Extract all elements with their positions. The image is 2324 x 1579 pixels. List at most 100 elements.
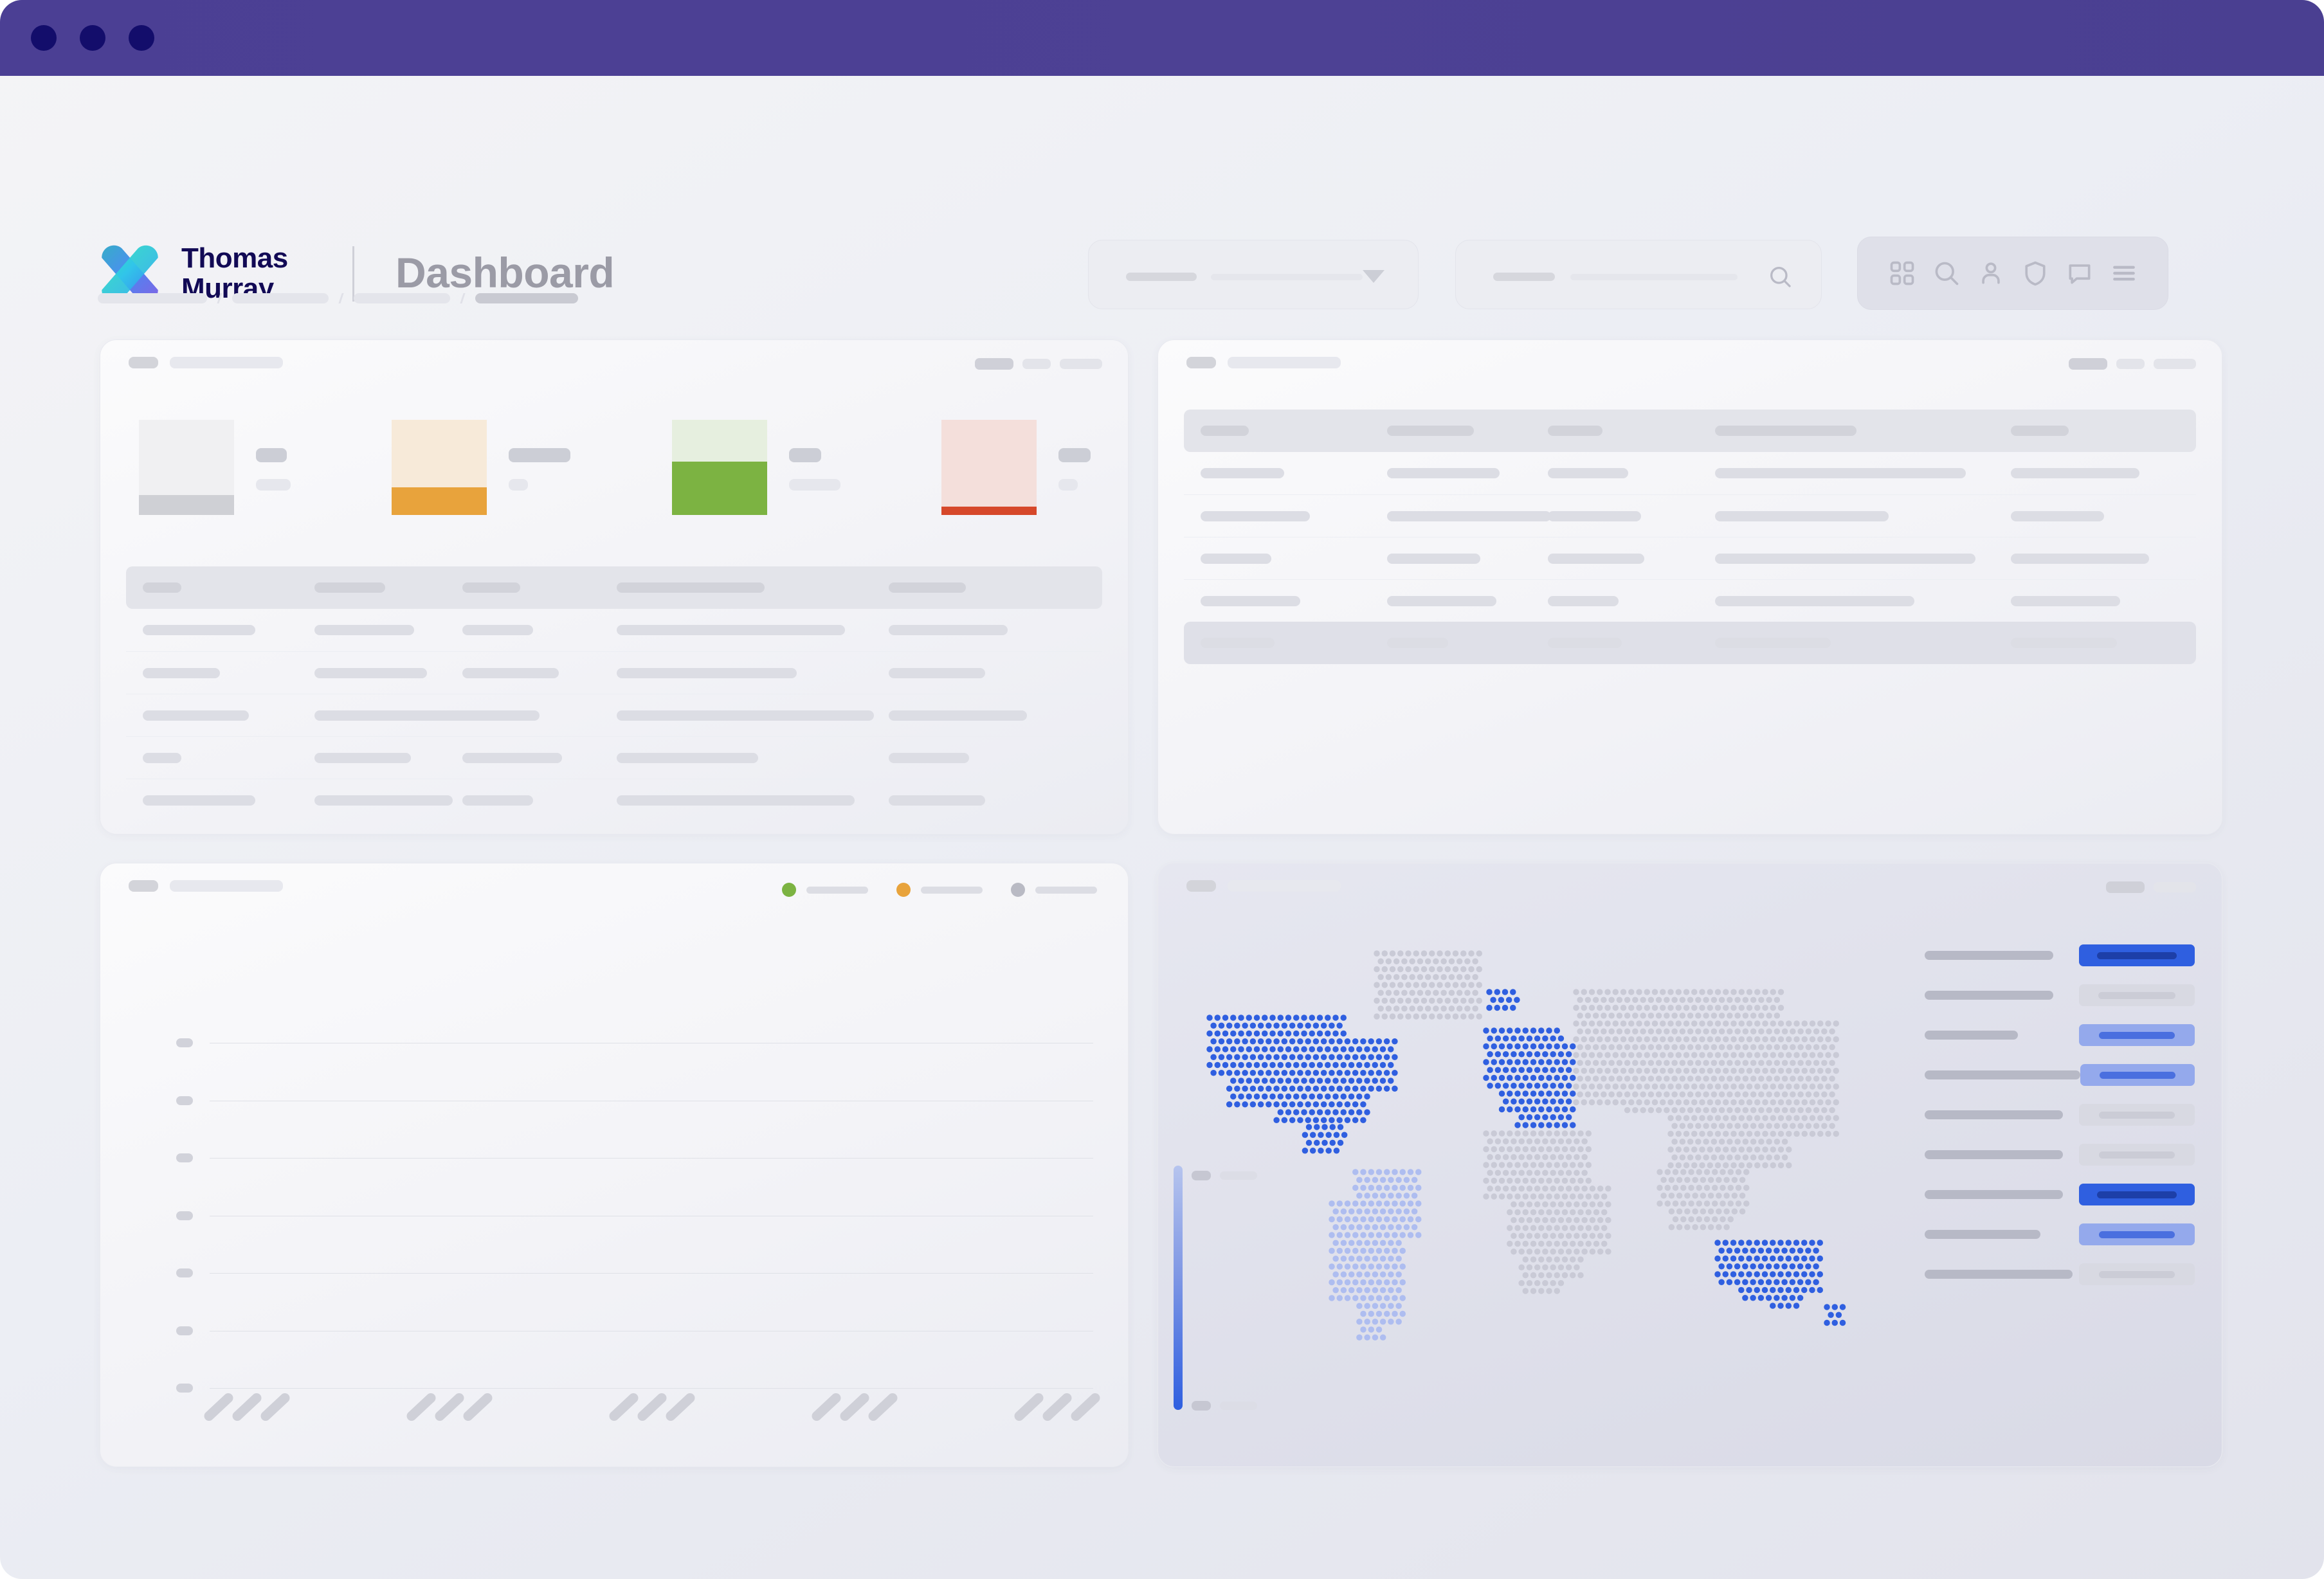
table-row[interactable] <box>126 651 1102 694</box>
table-cell <box>889 795 985 806</box>
dotted-world-map[interactable] <box>1177 934 1911 1442</box>
kpi-action-primary[interactable] <box>975 358 1013 370</box>
table-footer-row[interactable] <box>1184 622 2196 664</box>
brand-line-1: Thomas <box>181 242 288 275</box>
table-cell <box>1387 553 1480 564</box>
map-list-badge[interactable] <box>2079 984 2195 1006</box>
map-list-badge[interactable] <box>2079 1144 2195 1166</box>
world-map-card-actions[interactable] <box>2106 881 2196 893</box>
shield-icon[interactable] <box>2021 259 2049 287</box>
map-list-item[interactable] <box>1925 1015 2195 1055</box>
x-axis-tick-label <box>1040 1391 1074 1434</box>
table-row[interactable] <box>126 609 1102 651</box>
table-cell <box>1715 553 1975 564</box>
legend-swatch <box>782 883 796 897</box>
hamburger-menu-icon[interactable] <box>2110 259 2138 287</box>
kpi-card <box>100 339 1129 835</box>
x-group-2 <box>404 1391 495 1445</box>
map-list-badge[interactable] <box>2079 944 2195 966</box>
page-title: Dashboard <box>395 249 615 296</box>
bar-chart-card <box>100 863 1129 1467</box>
legend-label <box>1035 886 1097 894</box>
map-list-badge[interactable] <box>2079 1263 2195 1285</box>
x-tick-mark <box>607 1391 640 1423</box>
table-row[interactable] <box>126 694 1102 736</box>
user-icon[interactable] <box>1977 259 2005 287</box>
filter-select[interactable] <box>1088 240 1419 309</box>
search-input[interactable] <box>1455 240 1822 309</box>
kpi-item-4[interactable] <box>941 420 1091 536</box>
kpi-item-2[interactable] <box>392 420 571 536</box>
legend-item-3[interactable] <box>1011 883 1097 897</box>
search-icon[interactable] <box>1932 259 1961 287</box>
x-axis-tick-label <box>433 1391 466 1434</box>
map-list-label <box>1925 1150 2063 1159</box>
table-cell <box>2011 468 2139 478</box>
table-cell <box>1548 426 1602 436</box>
legend-item-2[interactable] <box>896 883 983 897</box>
table-row[interactable] <box>126 779 1102 821</box>
legend-item-1[interactable] <box>782 883 868 897</box>
table-cell <box>462 625 534 635</box>
map-list-item[interactable] <box>1925 1214 2195 1254</box>
table-cell <box>616 625 845 635</box>
world-map-action-primary[interactable] <box>2106 881 2145 893</box>
map-list-badge[interactable] <box>2079 1223 2195 1245</box>
map-list-badge[interactable] <box>2079 1184 2195 1205</box>
y-axis-tick-label <box>176 1096 193 1105</box>
kpi-item-3[interactable] <box>671 420 840 536</box>
breadcrumb-item-2[interactable] <box>232 293 329 303</box>
table-cell <box>1387 426 1474 436</box>
breadcrumb-item-1[interactable] <box>98 293 207 303</box>
data-table-action-tertiary[interactable] <box>2154 359 2196 369</box>
kpi-item-1[interactable] <box>139 420 291 536</box>
x-axis-tick-label <box>230 1391 264 1434</box>
table-row[interactable] <box>126 736 1102 779</box>
breadcrumb-item-4[interactable] <box>475 293 578 303</box>
close-dot[interactable] <box>31 25 57 51</box>
grid-apps-icon[interactable] <box>1888 259 1916 287</box>
kpi-action-secondary[interactable] <box>1022 359 1051 369</box>
gridline <box>210 1388 1093 1389</box>
maximize-dot[interactable] <box>129 25 154 51</box>
map-list-label <box>1925 1031 2018 1040</box>
kpi-card-actions[interactable] <box>975 358 1102 370</box>
map-list-badge[interactable] <box>2080 1064 2195 1086</box>
map-scale-min-label <box>1192 1401 1257 1411</box>
map-list-badge[interactable] <box>2079 1024 2195 1046</box>
x-axis-tick-label <box>664 1391 697 1434</box>
map-list-item[interactable] <box>1925 1175 2195 1214</box>
breadcrumb-item-3[interactable] <box>354 293 450 303</box>
minimize-dot[interactable] <box>80 25 105 51</box>
table-row[interactable] <box>1184 579 2196 622</box>
map-list-item[interactable] <box>1925 1095 2195 1135</box>
map-list-item[interactable] <box>1925 1254 2195 1294</box>
data-table-action-primary[interactable] <box>2069 358 2107 370</box>
kpi-labels <box>1058 420 1091 491</box>
world-map-action-secondary[interactable] <box>2154 882 2196 892</box>
kpi-action-tertiary[interactable] <box>1060 359 1102 369</box>
map-list-item[interactable] <box>1925 935 2195 975</box>
table-row[interactable] <box>1184 537 2196 579</box>
table-row[interactable] <box>1184 494 2196 537</box>
y-axis-tick-label <box>176 1268 193 1278</box>
map-list-item[interactable] <box>1925 975 2195 1015</box>
map-list-item[interactable] <box>1925 1055 2195 1095</box>
table-cell <box>1201 553 1271 564</box>
map-list-badge[interactable] <box>2079 1104 2195 1126</box>
map-color-scale <box>1174 1166 1183 1410</box>
table-row[interactable] <box>1184 452 2196 494</box>
world-map-card <box>1157 863 2222 1467</box>
map-list-badge-value <box>2098 991 2175 999</box>
x-tick-mark <box>461 1391 495 1423</box>
map-list-label <box>1925 991 2053 1000</box>
kpi-card-title <box>129 357 158 368</box>
gauge-warning <box>392 420 487 515</box>
map-list-item[interactable] <box>1925 1135 2195 1175</box>
data-table-action-secondary[interactable] <box>2116 359 2145 369</box>
data-table-card <box>1157 339 2222 835</box>
data-table-card-actions[interactable] <box>2069 358 2196 370</box>
legend-swatch <box>1011 883 1025 897</box>
chat-bubble-icon[interactable] <box>2065 259 2094 287</box>
x-axis-tick-label <box>607 1391 640 1434</box>
